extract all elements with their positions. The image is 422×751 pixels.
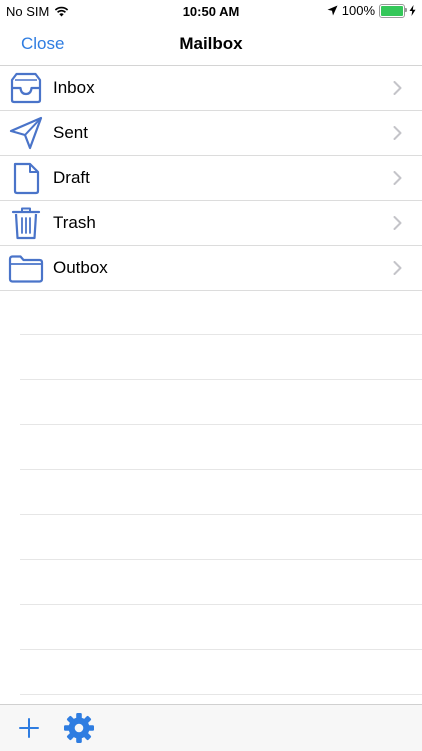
empty-row-separator [20,290,422,335]
empty-row-separator [20,515,422,560]
chevron-right-icon [393,126,402,140]
document-icon [13,162,40,195]
folder-row-draft[interactable]: Draft [0,156,422,201]
status-right: 100% [327,3,416,18]
plus-icon[interactable] [18,717,40,739]
folder-label: Trash [53,213,96,232]
chevron-right-icon [393,216,402,230]
folder-row-outbox[interactable]: Outbox [0,246,422,291]
navigation-bar: Close Mailbox [0,22,422,66]
inbox-tray-icon [10,72,42,104]
status-bar: No SIM 10:50 AM 100% [0,0,422,22]
empty-list-area [0,290,422,695]
location-arrow-icon [327,5,338,16]
folder-icon [8,255,44,283]
trash-can-icon [11,207,41,240]
folder-row-inbox[interactable]: Inbox [0,66,422,111]
gear-icon[interactable] [62,711,96,745]
page-title: Mailbox [179,34,243,53]
battery-level-fill [381,5,403,16]
folder-label: Outbox [53,258,108,277]
folder-row-trash[interactable]: Trash [0,201,422,246]
charging-bolt-icon [409,5,416,16]
empty-row-separator [20,335,422,380]
chevron-right-icon [393,81,402,95]
empty-row-separator [20,470,422,515]
chevron-right-icon [393,171,402,185]
folder-label: Draft [53,168,90,187]
folder-row-sent[interactable]: Sent [0,111,422,156]
mailbox-folder-list: Inbox Sent Draft Trash Outbox [0,66,422,291]
empty-row-separator [20,650,422,695]
empty-row-separator [20,380,422,425]
empty-row-separator [20,560,422,605]
paper-plane-icon [9,116,43,150]
battery-percent: 100% [341,3,375,18]
chevron-right-icon [393,261,402,275]
folder-label: Inbox [53,78,95,97]
folder-label: Sent [53,123,88,142]
empty-row-separator [20,425,422,470]
bottom-toolbar [0,704,422,751]
empty-row-separator [20,605,422,650]
battery-icon [379,3,407,18]
